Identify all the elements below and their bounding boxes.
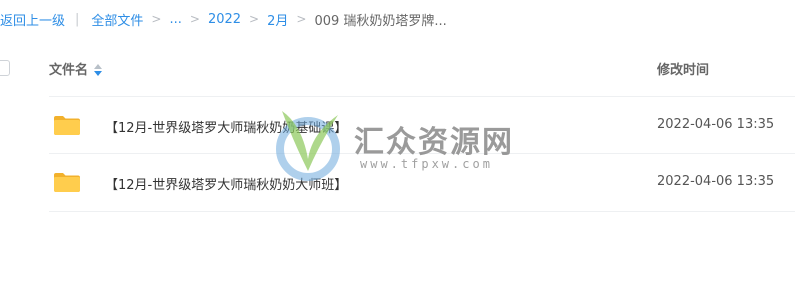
breadcrumb-separator-icon: > — [189, 12, 200, 26]
file-browser: 返回上一级 | 全部文件 > ... > 2022 > 2月 > 009 瑞秋奶… — [0, 0, 795, 294]
column-header-name-label: 文件名 — [49, 63, 89, 78]
breadcrumb-separator-icon: > — [249, 12, 260, 26]
folder-icon — [54, 173, 80, 192]
breadcrumb-current: 009 瑞秋奶奶塔罗牌... — [314, 13, 447, 29]
breadcrumb-february[interactable]: 2月 — [267, 10, 288, 29]
back-link[interactable]: 返回上一级 — [0, 10, 65, 29]
sort-icon[interactable] — [94, 63, 103, 76]
breadcrumb-separator-icon: > — [296, 12, 307, 26]
breadcrumb: 返回上一级 | 全部文件 > ... > 2022 > 2月 > 009 瑞秋奶… — [0, 10, 447, 29]
table-row[interactable]: 【12月-世界级塔罗大师瑞秋奶奶大师班】 2022-04-06 13:35 — [49, 153, 795, 212]
column-header-modified[interactable]: 修改时间 — [657, 59, 709, 78]
breadcrumb-divider: | — [75, 11, 80, 27]
file-name[interactable]: 【12月-世界级塔罗大师瑞秋奶奶基础课】 — [105, 117, 347, 136]
table-row[interactable]: 【12月-世界级塔罗大师瑞秋奶奶基础课】 2022-04-06 13:35 — [49, 96, 795, 154]
file-modified-time: 2022-04-06 13:35 — [657, 117, 775, 132]
column-header-name[interactable]: 文件名 — [49, 59, 103, 78]
folder-icon — [54, 116, 80, 135]
breadcrumb-ellipsis[interactable]: ... — [169, 12, 181, 27]
file-modified-time: 2022-04-06 13:35 — [657, 174, 775, 189]
table-header: 文件名 修改时间 — [0, 52, 795, 84]
file-name[interactable]: 【12月-世界级塔罗大师瑞秋奶奶大师班】 — [105, 174, 347, 193]
breadcrumb-2022[interactable]: 2022 — [208, 12, 241, 27]
select-all-checkbox[interactable] — [0, 60, 10, 76]
breadcrumb-separator-icon: > — [151, 12, 162, 26]
breadcrumb-all-files[interactable]: 全部文件 — [91, 10, 143, 29]
